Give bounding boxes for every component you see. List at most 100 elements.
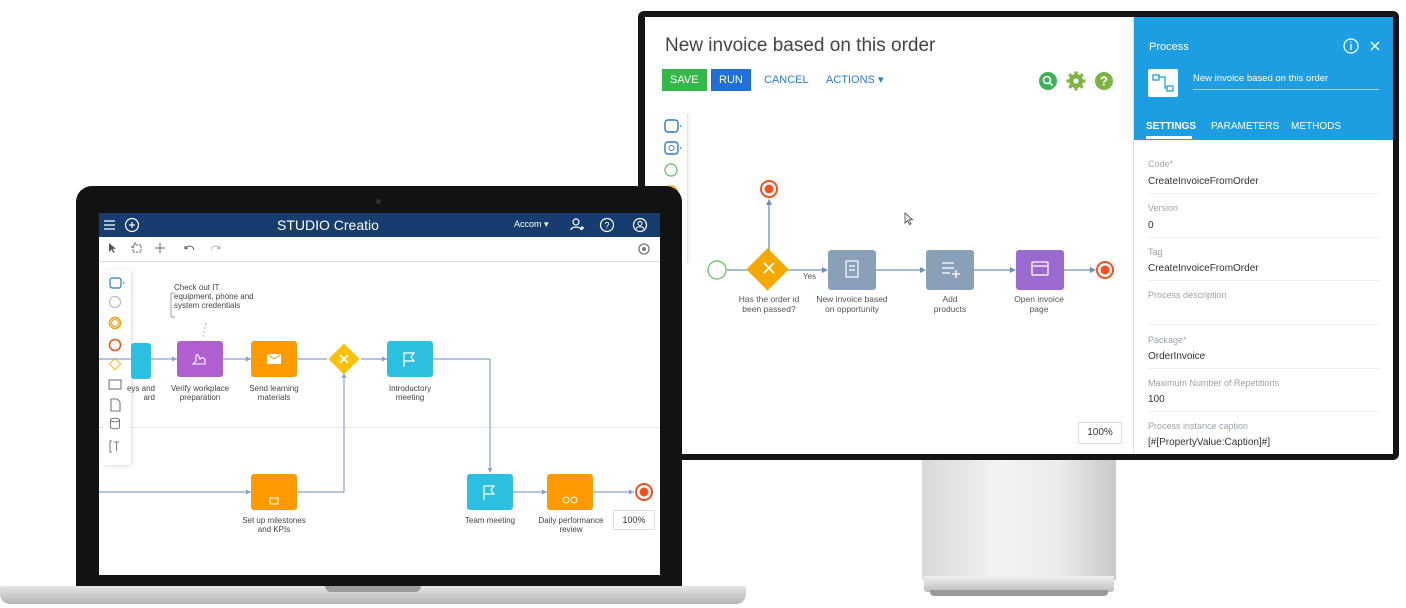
- run-button[interactable]: RUN: [711, 69, 751, 91]
- marketing-composite: New invoice based on this order SAVE RUN…: [0, 0, 1406, 608]
- settings-icon[interactable]: [637, 242, 651, 256]
- exit-end-event[interactable]: [760, 180, 778, 198]
- open-invoice-task[interactable]: [1016, 250, 1064, 290]
- redo-icon[interactable]: [210, 245, 221, 251]
- toolbar-icons: ?: [1039, 71, 1113, 91]
- active-tab-indicator: [1146, 136, 1192, 139]
- daily-performance-task[interactable]: [547, 474, 593, 510]
- panel-title: Process: [1149, 41, 1189, 53]
- menu-icon[interactable]: [104, 220, 115, 230]
- note-annotation: Check out IT equipment, phone and system…: [174, 283, 254, 310]
- tab-parameters[interactable]: PARAMETERS: [1211, 121, 1279, 132]
- monitor-screen: New invoice based on this order SAVE RUN…: [645, 17, 1393, 454]
- element-name-underline: [1193, 89, 1379, 90]
- info-icon[interactable]: [1343, 38, 1359, 54]
- introductory-meeting-caption: Introductory meeting: [388, 384, 432, 402]
- script-task-icon[interactable]: [664, 141, 682, 155]
- panel-controls: [1343, 38, 1380, 54]
- laptop-camera: [376, 199, 381, 204]
- package-underline: [1148, 368, 1380, 369]
- tab-methods[interactable]: METHODS: [1291, 121, 1341, 132]
- introductory-meeting-task[interactable]: [387, 341, 433, 377]
- start-event-icon[interactable]: [664, 163, 678, 177]
- version-underline: [1148, 237, 1380, 238]
- save-button[interactable]: SAVE: [662, 69, 707, 91]
- daily-performance-caption: Daily performance review: [538, 516, 604, 534]
- max-repetitions-underline: [1148, 411, 1380, 412]
- code-underline: [1148, 193, 1380, 194]
- properties-panel: Process New invoice based on this order …: [1133, 17, 1393, 454]
- panel-header: Process New invoice based on this order …: [1134, 17, 1393, 140]
- tag-underline: [1148, 280, 1380, 281]
- zoom-level[interactable]: 100%: [1078, 422, 1122, 444]
- profile-icon[interactable]: [632, 217, 648, 233]
- version-field[interactable]: 0: [1148, 220, 1154, 231]
- close-icon[interactable]: [1370, 41, 1380, 51]
- help-icon[interactable]: ?: [599, 217, 615, 233]
- instance-caption-label: Process instance caption: [1148, 421, 1249, 431]
- process-title: New invoice based on this order: [665, 35, 936, 56]
- svg-text:?: ?: [604, 221, 609, 231]
- gear-icon[interactable]: [1066, 71, 1086, 91]
- pointer-tool-icon[interactable]: [109, 243, 116, 253]
- monitor-stand: [922, 460, 1116, 580]
- package-field[interactable]: OrderInvoice: [1148, 351, 1205, 362]
- laptop-process-diagram: [99, 292, 653, 510]
- yes-flow-label: Yes: [803, 272, 817, 281]
- max-repetitions-label: Maximum Number of Repetitions: [1148, 378, 1280, 388]
- code-label: Code*: [1148, 159, 1174, 169]
- verify-workplace-caption: Verify workplace preparation: [170, 384, 230, 402]
- tag-label: Tag: [1148, 247, 1163, 257]
- max-repetitions-field[interactable]: 100: [1148, 394, 1165, 405]
- instance-caption-field[interactable]: [#[PropertyValue:Caption]#]: [1148, 437, 1270, 448]
- team-meeting-caption: Team meeting: [464, 516, 516, 525]
- actions-menu[interactable]: ACTIONS ▾: [826, 69, 883, 91]
- undo-icon[interactable]: [184, 245, 195, 251]
- open-invoice-caption: Open invoice page: [1014, 294, 1064, 314]
- keys-task[interactable]: [131, 343, 151, 379]
- toolbar-divider: [99, 261, 660, 262]
- cancel-button[interactable]: CANCEL: [764, 69, 809, 91]
- team-meeting-task[interactable]: [467, 474, 513, 510]
- element-name[interactable]: New invoice based on this order: [1193, 73, 1328, 84]
- new-invoice-caption: New invoice based on opportunity: [816, 294, 888, 314]
- start-event[interactable]: [707, 260, 727, 280]
- add-products-task[interactable]: [926, 250, 974, 290]
- milestones-caption: Set up milestones and KPIs: [242, 516, 306, 534]
- description-underline: [1148, 324, 1380, 325]
- add-products-caption: Add products: [933, 294, 967, 314]
- mouse-pointer-icon: [904, 211, 914, 226]
- keys-caption: eys and ard: [126, 384, 155, 402]
- final-end-event[interactable]: [1096, 261, 1114, 279]
- decision-gateway[interactable]: [328, 343, 360, 375]
- laptop-screen: STUDIO Creatio Accom ▾ ? Check out IT eq…: [99, 213, 660, 575]
- svg-text:?: ?: [1100, 74, 1108, 89]
- order-id-gateway[interactable]: [746, 248, 789, 291]
- tag-field[interactable]: CreateInvoiceFromOrder: [1148, 263, 1259, 274]
- brand-logo: STUDIO Creatio: [277, 217, 379, 233]
- code-field[interactable]: CreateInvoiceFromOrder: [1148, 176, 1259, 187]
- description-label: Process description: [1148, 290, 1227, 300]
- laptop-end-event[interactable]: [635, 483, 653, 501]
- gateway-caption: Has the order id been passed?: [738, 294, 800, 314]
- search-icon[interactable]: [1039, 72, 1057, 90]
- nav-right-icons: ?: [570, 217, 648, 233]
- user-menu[interactable]: Accom ▾: [514, 219, 549, 230]
- version-label: Version: [1148, 203, 1179, 213]
- lasso-tool-icon[interactable]: [131, 242, 142, 253]
- user-task-icon[interactable]: [664, 119, 682, 133]
- email-icon: [266, 353, 282, 364]
- laptop-toolbar: [109, 242, 221, 253]
- laptop-zoom-level[interactable]: 100%: [613, 510, 655, 530]
- add-user-icon[interactable]: [570, 218, 584, 231]
- process-element-icon: [1148, 69, 1178, 97]
- milestones-task[interactable]: [251, 474, 297, 510]
- add-icon[interactable]: [124, 217, 140, 233]
- move-tool-icon[interactable]: [155, 243, 165, 253]
- send-learning-caption: Send learning materials: [249, 384, 299, 402]
- laptop-navbar: STUDIO Creatio Accom ▾ ?: [99, 213, 660, 237]
- package-label: Package*: [1148, 335, 1187, 345]
- tab-settings[interactable]: SETTINGS: [1146, 121, 1196, 132]
- help-icon[interactable]: ?: [1095, 72, 1113, 90]
- laptop-notch: [325, 586, 421, 592]
